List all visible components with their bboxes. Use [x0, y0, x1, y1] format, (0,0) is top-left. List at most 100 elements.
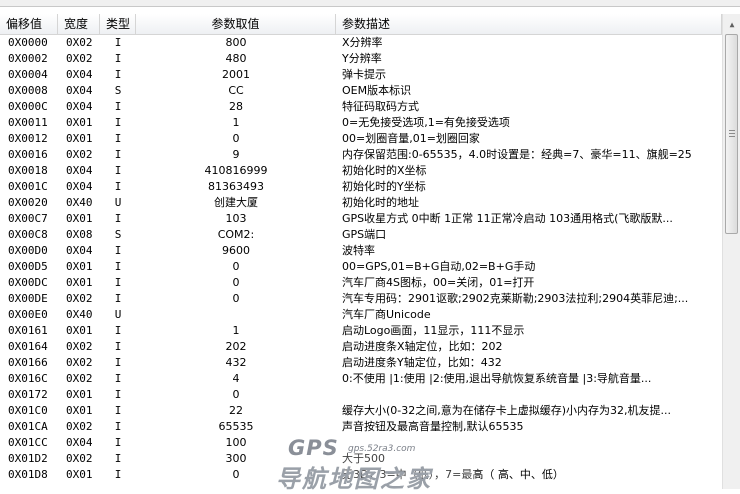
cell-value: 81363493 [208, 180, 264, 193]
cell-value: 创建大厦 [214, 196, 258, 209]
vertical-scrollbar[interactable]: ▲ [722, 14, 740, 489]
cell-value: 2001 [222, 68, 250, 81]
cell-offset: 0X00DE [8, 292, 48, 305]
cell-width: 0X02 [66, 356, 93, 369]
cell-offset: 0X0161 [8, 324, 48, 337]
cell-value: 1 [232, 324, 240, 337]
scrollbar-thumb[interactable] [725, 34, 738, 234]
cell-width: 0X01 [66, 324, 93, 337]
table-row[interactable]: 0X00DE 0X02 I 0 汽车专用码：2901讴歌;2902克莱斯勒;2903法拉… [0, 291, 722, 307]
cell-offset: 0X0172 [8, 388, 48, 401]
cell-offset: 0X0008 [8, 84, 48, 97]
cell-offset: 0X0004 [8, 68, 48, 81]
cell-description: 初始化时的X坐标 [342, 164, 427, 177]
column-header-type[interactable]: 类型 [100, 14, 136, 34]
table-row[interactable]: 0X0016 0X02 I 9 内存保留范围:0-65535，4.0时设置是：经典=7、… [0, 147, 722, 163]
table-row[interactable]: 0X00DC 0X01 I 0 汽车厂商4S图标，00=关闭，01=打开 [0, 275, 722, 291]
cell-type: I [114, 132, 122, 145]
table-row[interactable]: 0X0011 0X01 I 1 0=无免接受选项,1=有免接受选项 [0, 115, 722, 131]
cell-type: I [114, 52, 122, 65]
cell-width: 0X01 [66, 388, 93, 401]
cell-type: S [114, 228, 122, 241]
cell-offset: 0X00D5 [8, 260, 48, 273]
table-row[interactable]: 0X0004 0X04 I 2001 弹卡提示 [0, 67, 722, 83]
cell-description: 弹卡提示 [342, 68, 386, 81]
column-header-value[interactable]: 参数取值 [136, 14, 336, 34]
table-row[interactable]: 0X0012 0X01 I 0 00=划圈音量,01=划圈回家 [0, 131, 722, 147]
cell-value: 410816999 [204, 164, 268, 177]
table-row[interactable]: 0X016C 0X02 I 4 0:不使用 |1:使用 |2:使用,退出导航恢复系统音量… [0, 371, 722, 387]
cell-value: 0 [232, 260, 240, 273]
cell-width: 0X02 [66, 340, 93, 353]
cell-offset: 0X01D8 [8, 468, 48, 481]
cell-value: 103 [225, 212, 247, 225]
cell-value: COM2: [217, 228, 255, 241]
cell-value: 9 [232, 148, 240, 161]
cell-value: 432 [225, 356, 247, 369]
table-header: 偏移值 宽度 类型 参数取值 参数描述 [0, 14, 722, 35]
table-row[interactable]: 0X00E0 0X40 U 汽车厂商Unicode [0, 307, 722, 323]
table-row[interactable]: 0X0164 0X02 I 202 启动进度条X轴定位，比如：202 [0, 339, 722, 355]
table-row[interactable]: 0X0161 0X01 I 1 启动Logo画面，11显示，111不显示 [0, 323, 722, 339]
table-row[interactable]: 0X01C0 0X01 I 22 缓存大小(0-32之间,意为在储存卡上虚拟缓存)小内存… [0, 403, 722, 419]
cell-offset: 0X000C [8, 100, 48, 113]
table-row[interactable]: 0X0008 0X04 S CC OEM版本标识 [0, 83, 722, 99]
cell-description: 汽车专用码：2901讴歌;2902克莱斯勒;2903法拉利;2904英菲尼迪;.… [342, 292, 689, 305]
cell-description: 00=GPS,01=B+G自动,02=B+G手动 [342, 260, 536, 273]
cell-type: U [114, 308, 122, 321]
table-row[interactable]: 0X00D5 0X01 I 0 00=GPS,01=B+G自动,02=B+G手动 [0, 259, 722, 275]
watermark-logo: GPS gps.52ra3.com 导航地图之家 [270, 432, 475, 493]
cell-width: 0X40 [66, 308, 93, 321]
cell-value: 202 [225, 340, 247, 353]
cell-width: 0X40 [66, 196, 93, 209]
cell-offset: 0X00C8 [8, 228, 48, 241]
cell-width: 0X02 [66, 36, 93, 49]
table-row[interactable]: 0X0000 0X02 I 800 X分辨率 [0, 35, 722, 51]
cell-type: S [114, 84, 122, 97]
cell-offset: 0X00C7 [8, 212, 48, 225]
table-row[interactable]: 0X0166 0X02 I 432 启动进度条Y轴定位，比如：432 [0, 355, 722, 371]
cell-value [136, 307, 336, 323]
watermark-gps-text: GPS [288, 436, 339, 460]
table-row[interactable]: 0X000C 0X04 I 28 特征码取码方式 [0, 99, 722, 115]
cell-offset: 0X01CA [8, 420, 48, 433]
cell-type: U [114, 196, 122, 209]
cell-description: 汽车厂商Unicode [342, 308, 431, 321]
column-header-offset[interactable]: 偏移值 [0, 14, 58, 34]
cell-offset: 0X016C [8, 372, 48, 385]
cell-type: I [114, 356, 122, 369]
cell-value: 4 [232, 372, 240, 385]
cell-type: I [114, 340, 122, 353]
cell-offset: 0X01D2 [8, 452, 48, 465]
cell-value: CC [228, 84, 244, 97]
cell-width: 0X01 [66, 468, 93, 481]
cell-width: 0X01 [66, 404, 93, 417]
table-row[interactable]: 0X0172 0X01 I 0 [0, 387, 722, 403]
cell-offset: 0X0018 [8, 164, 48, 177]
table-row[interactable]: 0X0002 0X02 I 480 Y分辨率 [0, 51, 722, 67]
table-row[interactable]: 0X0018 0X04 I 410816999 初始化时的X坐标 [0, 163, 722, 179]
cell-type: I [114, 276, 122, 289]
table-row[interactable]: 0X00C7 0X01 I 103 GPS收星方式 0中断 1正常 11正常冷启动 10… [0, 211, 722, 227]
cell-offset: 0X0016 [8, 148, 48, 161]
up-arrow-icon[interactable]: ▲ [724, 16, 740, 32]
cell-type: I [114, 68, 122, 81]
cell-offset: 0X0011 [8, 116, 48, 129]
cell-description: 缓存大小(0-32之间,意为在储存卡上虚拟缓存)小内存为32,机友提... [342, 404, 672, 417]
column-header-width[interactable]: 宽度 [58, 14, 100, 34]
table-row[interactable]: 0X00C8 0X08 S COM2: GPS端口 [0, 227, 722, 243]
cell-type: I [114, 292, 122, 305]
column-header-description[interactable]: 参数描述 [336, 14, 722, 34]
cell-description: 特征码取码方式 [342, 100, 419, 113]
cell-description [336, 387, 722, 403]
table-row[interactable]: 0X00D0 0X04 I 9600 波特率 [0, 243, 722, 259]
cell-width: 0X01 [66, 276, 93, 289]
cell-type: I [114, 260, 122, 273]
table-row[interactable]: 0X001C 0X04 I 81363493 初始化时的Y坐标 [0, 179, 722, 195]
cell-width: 0X02 [66, 52, 93, 65]
cell-value: 0 [232, 132, 240, 145]
cell-width: 0X04 [66, 164, 93, 177]
cell-width: 0X02 [66, 372, 93, 385]
table-row[interactable]: 0X0020 0X40 U 创建大厦 初始化时的地址 [0, 195, 722, 211]
cell-value: 800 [225, 36, 247, 49]
